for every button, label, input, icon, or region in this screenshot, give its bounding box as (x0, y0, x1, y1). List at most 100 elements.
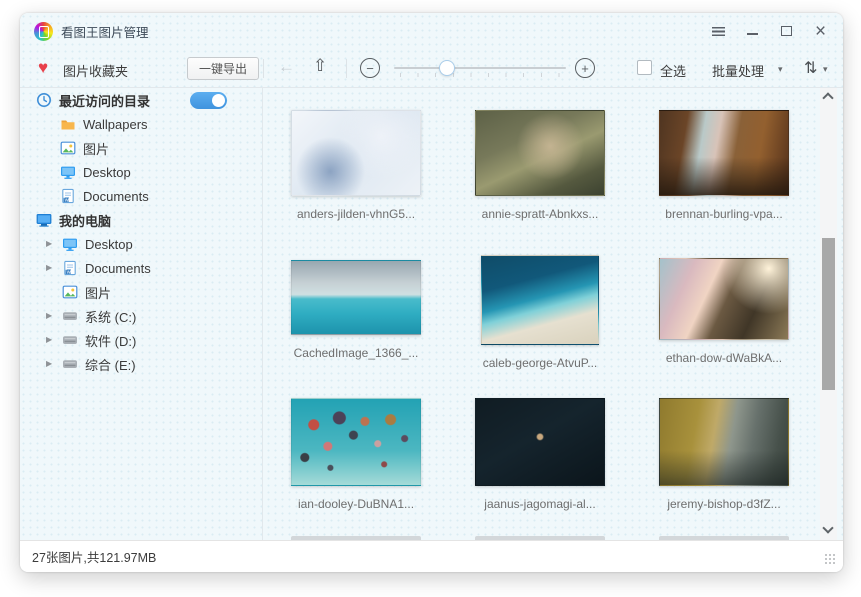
sidebar-item-label: 图片 (85, 283, 111, 302)
drive-icon (62, 308, 78, 324)
image-item[interactable]: caleb-george-AtvuP... (475, 255, 605, 370)
batch-process-button[interactable]: 批量处理 (712, 61, 764, 80)
sort-order-icon[interactable]: ⇅ (804, 58, 817, 78)
sidebar-item-label: 最近访问的目录 (59, 91, 150, 110)
toolbar-separator (263, 59, 264, 78)
expand-arrow-icon[interactable]: ▶ (46, 360, 52, 368)
scroll-up-icon[interactable] (822, 92, 833, 103)
image-thumbnail[interactable] (291, 110, 421, 196)
image-item[interactable]: ethan-dow-dWaBkA... (659, 258, 789, 365)
main-area: 最近访问的目录 Wallpapers 图片 Desktop (20, 88, 843, 540)
zoom-in-button[interactable]: + (575, 58, 595, 78)
sidebar-item-label: Wallpapers (83, 117, 148, 132)
back-icon[interactable]: ← (278, 57, 295, 77)
document-icon: W (60, 188, 76, 204)
sidebar-item-pictures[interactable]: 图片 (20, 136, 262, 160)
status-bar: 27张图片,共121.97MB (20, 540, 843, 572)
sidebar-item-label: 图片 (83, 139, 109, 158)
sidebar-item-label: 综合 (E:) (85, 355, 136, 374)
sidebar-item-recent-folders[interactable]: 最近访问的目录 (20, 88, 262, 112)
select-all-label[interactable]: 全选 (660, 61, 686, 80)
expand-arrow-icon[interactable]: ▶ (46, 336, 52, 344)
minimize-button[interactable] (746, 25, 759, 38)
sidebar-item-drive-e[interactable]: ▶ 综合 (E:) (20, 352, 262, 376)
image-thumbnail[interactable] (291, 398, 421, 486)
sidebar-item-wallpapers[interactable]: Wallpapers (20, 112, 262, 136)
favorites-label[interactable]: 图片收藏夹 (63, 61, 128, 80)
sidebar-item-my-computer[interactable]: 我的电脑 (20, 208, 262, 232)
sidebar-item-drive-d[interactable]: ▶ 软件 (D:) (20, 328, 262, 352)
sidebar-item-computer-documents[interactable]: ▶ W Documents (20, 256, 262, 280)
close-button[interactable]: × (814, 25, 827, 38)
image-filename: ethan-dow-dWaBkA... (659, 351, 789, 365)
resize-grip-icon[interactable] (825, 554, 836, 565)
drive-icon (62, 356, 78, 372)
sidebar-item-drive-c[interactable]: ▶ 系统 (C:) (20, 304, 262, 328)
app-logo-icon (34, 22, 53, 41)
sidebar-item-computer-desktop[interactable]: ▶ Desktop (20, 232, 262, 256)
image-thumbnail[interactable] (481, 255, 599, 345)
image-item[interactable]: anders-jilden-vhnG5... (291, 110, 421, 221)
image-filename: jeremy-bishop-d3fZ... (659, 497, 789, 511)
image-grid: anders-jilden-vhnG5... annie-spratt-Abnk… (263, 88, 843, 540)
sidebar-item-label: Documents (83, 189, 149, 204)
image-filename: caleb-george-AtvuP... (475, 356, 605, 370)
image-filename: annie-spratt-Abnkxs... (475, 207, 605, 221)
scrollbar-thumb[interactable] (822, 238, 835, 390)
image-thumbnail[interactable] (659, 258, 789, 340)
image-thumbnail[interactable] (475, 110, 605, 196)
folder-icon (60, 116, 76, 132)
sidebar-item-label: 我的电脑 (59, 211, 111, 230)
image-filename: jaanus-jagomagi-al... (475, 497, 605, 511)
thumbnail-size-slider[interactable] (394, 49, 566, 88)
image-item[interactable]: CachedImage_1366_... (291, 260, 421, 360)
image-item[interactable]: brennan-burling-vpa... (659, 110, 789, 221)
image-icon (62, 284, 78, 300)
chevron-down-icon[interactable]: ▾ (823, 64, 828, 75)
image-thumbnail[interactable] (291, 260, 421, 335)
expand-arrow-icon[interactable]: ▶ (46, 240, 52, 248)
image-item[interactable]: ian-dooley-DuBNA1... (291, 398, 421, 511)
image-thumbnail[interactable] (475, 398, 605, 486)
toolbar-separator (346, 59, 347, 78)
vertical-scrollbar[interactable] (820, 88, 837, 540)
image-item[interactable]: annie-spratt-Abnkxs... (475, 110, 605, 221)
chevron-down-icon[interactable]: ▾ (778, 64, 783, 75)
maximize-button[interactable] (780, 25, 793, 38)
image-filename: anders-jilden-vhnG5... (291, 207, 421, 221)
zoom-out-button[interactable]: − (360, 58, 380, 78)
image-filename: brennan-burling-vpa... (659, 207, 789, 221)
toolbar: ♥ 图片收藏夹 一键导出 ← ⇧ − + 全选 批量处理 ▾ ⇅ ▾ (20, 49, 843, 88)
monitor-icon (62, 236, 78, 252)
monitor-icon (60, 164, 76, 180)
scroll-down-icon[interactable] (822, 522, 833, 533)
drive-icon (62, 332, 78, 348)
maximize-icon (781, 26, 792, 36)
expand-arrow-icon[interactable]: ▶ (46, 312, 52, 320)
title-bar: 看图王图片管理 × (20, 13, 843, 49)
image-thumbnail[interactable] (659, 398, 789, 486)
sidebar-item-documents[interactable]: W Documents (20, 184, 262, 208)
window-title: 看图王图片管理 (61, 22, 149, 41)
minimize-icon (747, 33, 758, 35)
export-button[interactable]: 一键导出 (187, 57, 259, 80)
image-item[interactable]: jeremy-bishop-d3fZ... (659, 398, 789, 511)
image-thumbnail[interactable] (659, 110, 789, 196)
sidebar-item-desktop[interactable]: Desktop (20, 160, 262, 184)
app-window: 看图王图片管理 × ♥ 图片收藏夹 一键导出 ← ⇧ − + 全选 批量处理 ▾… (20, 13, 843, 572)
hamburger-icon (712, 27, 725, 36)
toggle-knob (212, 94, 225, 107)
image-item[interactable]: jaanus-jagomagi-al... (475, 398, 605, 511)
up-icon[interactable]: ⇧ (313, 56, 327, 76)
sidebar-item-label: 软件 (D:) (85, 331, 136, 350)
menu-icon[interactable] (712, 25, 725, 38)
slider-handle[interactable] (439, 60, 455, 76)
sidebar-item-computer-pictures[interactable]: 图片 (20, 280, 262, 304)
image-icon (60, 140, 76, 156)
sidebar-item-label: Desktop (83, 165, 131, 180)
select-all-checkbox[interactable] (637, 60, 652, 75)
heart-icon: ♥ (38, 58, 48, 78)
expand-arrow-icon[interactable]: ▶ (46, 264, 52, 272)
recent-folders-toggle[interactable] (190, 92, 227, 109)
slider-track[interactable] (394, 67, 566, 69)
